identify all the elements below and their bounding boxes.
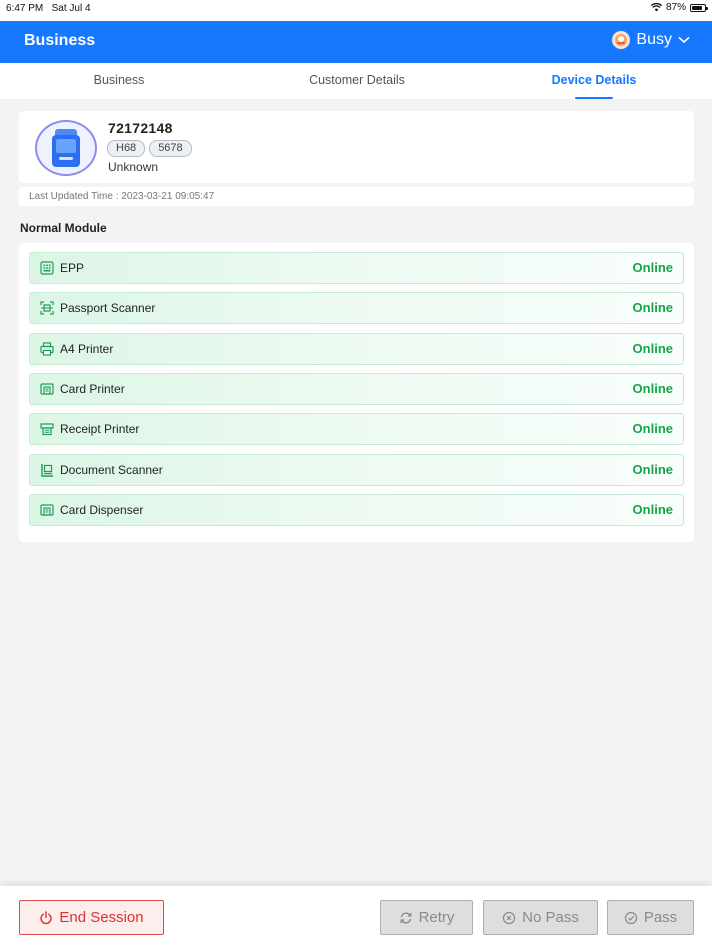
device-id: 72172148 [108, 120, 173, 136]
wifi-icon [650, 3, 662, 12]
action-footer: End Session Retry No Pass Pass [0, 886, 712, 950]
user-status-label: Busy [636, 31, 672, 48]
module-row-epp: EPP Online [29, 252, 684, 284]
chevron-down-icon [678, 36, 690, 44]
battery-percent: 87% [665, 2, 686, 13]
kiosk-device-icon [52, 129, 80, 167]
device-info-card: 72172148 H68 5678 Unknown [19, 111, 694, 183]
user-status-dropdown[interactable]: Busy [612, 31, 690, 49]
keypad-icon [40, 261, 54, 275]
card-printer-icon [40, 383, 54, 395]
retry-label: Retry [418, 909, 455, 926]
module-status: Online [632, 502, 673, 517]
printer-icon [40, 342, 54, 356]
module-name: EPP [60, 261, 85, 275]
module-row-passport-scanner: Passport Scanner Online [29, 292, 684, 324]
module-status: Online [632, 300, 673, 315]
last-updated-time: Last Updated Time : 2023-03-21 09:05:47 [19, 187, 694, 206]
card-dispenser-icon [40, 504, 54, 516]
device-tag: 5678 [149, 140, 192, 157]
device-tag: H68 [107, 140, 146, 157]
module-row-card-printer: Card Printer Online [29, 373, 684, 405]
circle-x-icon [503, 911, 516, 924]
normal-module-title: Normal Module [20, 221, 107, 235]
module-name: Document Scanner [60, 463, 163, 477]
status-bar-right: 87% [650, 2, 708, 13]
module-row-a4-printer: A4 Printer Online [29, 333, 684, 365]
power-icon [40, 910, 53, 924]
module-name: A4 Printer [60, 342, 114, 356]
module-name: Card Printer [60, 382, 125, 396]
end-session-button[interactable]: End Session [19, 900, 164, 935]
no-pass-label: No Pass [522, 909, 579, 926]
page-title: Business [24, 32, 96, 49]
end-session-label: End Session [59, 909, 144, 926]
tab-device-details[interactable]: Device Details [534, 63, 654, 99]
retry-button[interactable]: Retry [380, 900, 473, 935]
device-tags: H68 5678 [107, 140, 192, 157]
device-status: Unknown [108, 160, 159, 174]
module-status: Online [632, 381, 673, 396]
tab-business[interactable]: Business [62, 63, 176, 99]
receipt-printer-icon [40, 423, 54, 436]
document-scanner-icon [41, 464, 53, 477]
module-row-receipt-printer: Receipt Printer Online [29, 413, 684, 445]
busy-status-icon [612, 31, 631, 49]
module-status: Online [632, 341, 673, 356]
module-list: EPP Online Passport Scanner Online A4 Pr… [19, 243, 694, 542]
pass-label: Pass [643, 909, 678, 926]
module-status: Online [632, 421, 673, 436]
battery-icon [690, 3, 708, 12]
module-name: Receipt Printer [60, 422, 140, 436]
app-header: Business Busy [0, 21, 712, 63]
system-status-bar: 6:47 PM Sat Jul 4 87% [0, 0, 712, 21]
module-name: Card Dispenser [60, 503, 144, 517]
module-status: Online [632, 260, 673, 275]
module-row-card-dispenser: Card Dispenser Online [29, 494, 684, 526]
status-bar-time: 6:47 PM Sat Jul 4 [6, 3, 91, 14]
module-status: Online [632, 462, 673, 477]
scanner-frame-icon [40, 301, 54, 315]
refresh-icon [400, 912, 412, 923]
module-name: Passport Scanner [60, 301, 156, 315]
no-pass-button[interactable]: No Pass [483, 900, 598, 935]
module-row-document-scanner: Document Scanner Online [29, 454, 684, 486]
pass-button[interactable]: Pass [607, 900, 694, 935]
circle-check-icon [624, 911, 637, 924]
tab-bar: Business Customer Details Device Details [0, 63, 712, 99]
tab-customer-details[interactable]: Customer Details [290, 63, 424, 99]
device-avatar [35, 120, 97, 176]
